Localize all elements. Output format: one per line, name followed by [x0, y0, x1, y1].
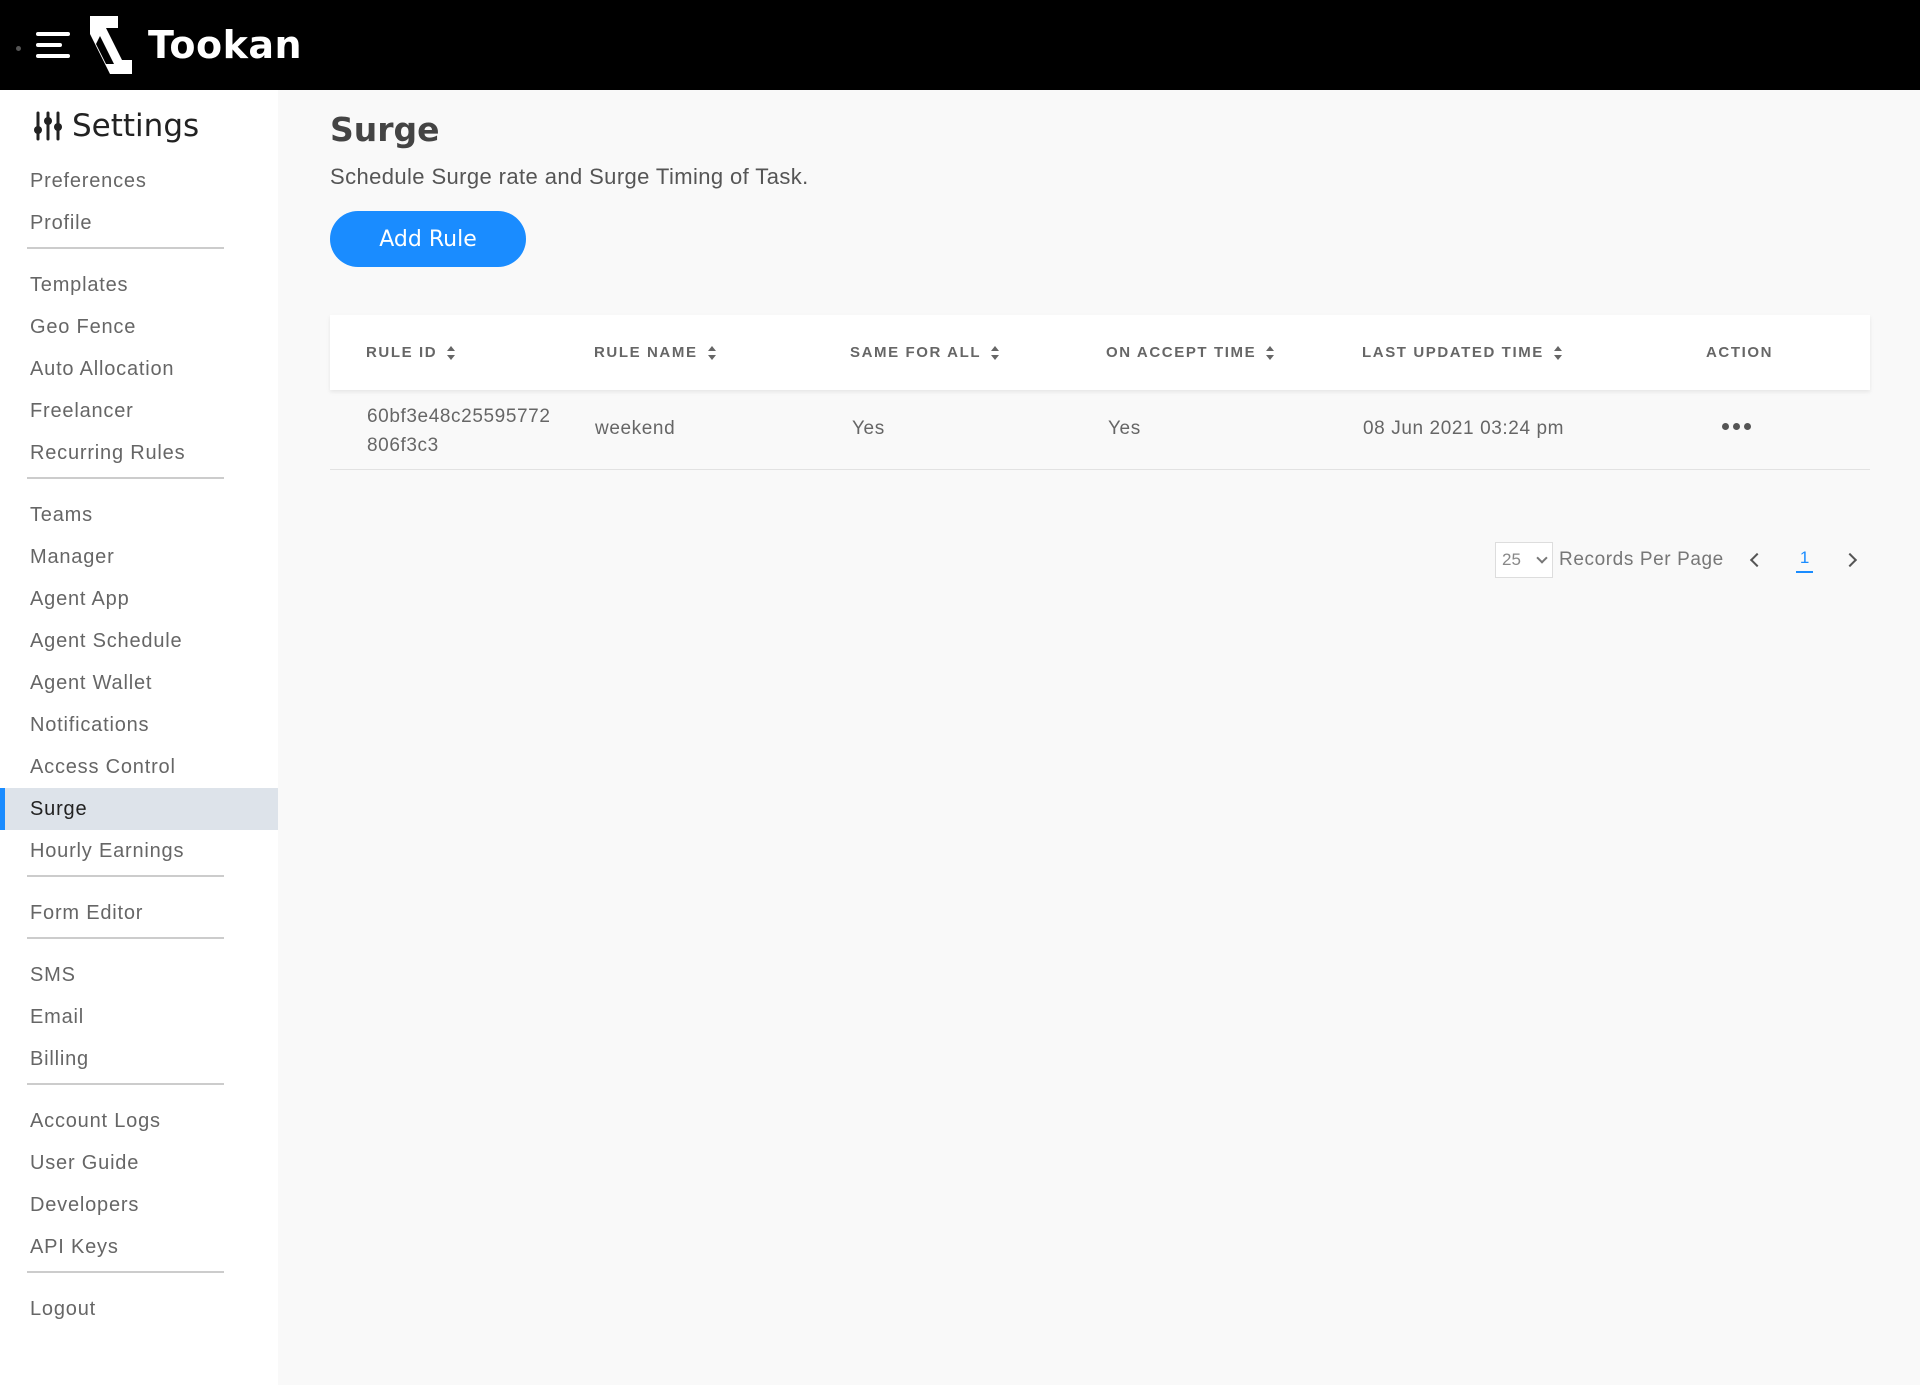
cell-rule-name: weekend: [595, 418, 676, 439]
sidebar-divider: [27, 477, 224, 479]
cell-same-for-all: Yes: [852, 418, 885, 439]
sidebar-item-profile[interactable]: Profile: [0, 202, 278, 244]
sort-icon[interactable]: [1266, 345, 1275, 360]
cell-on-accept-time: Yes: [1108, 418, 1141, 439]
column-action: ACTION: [1706, 344, 1774, 361]
brand-logo[interactable]: Tookan: [88, 14, 302, 76]
sidebar-item-billing[interactable]: Billing: [0, 1038, 278, 1080]
sidebar-divider: [27, 247, 224, 249]
page-description: Schedule Surge rate and Surge Timing of …: [330, 164, 809, 189]
records-per-page-select[interactable]: 25: [1495, 542, 1553, 578]
page-number-current[interactable]: 1: [1795, 548, 1814, 573]
column-rule-name[interactable]: RULE NAME: [594, 315, 716, 390]
sidebar-divider: [27, 1083, 224, 1085]
sidebar-item-account-logs[interactable]: Account Logs: [0, 1100, 278, 1142]
brand-name: Tookan: [148, 23, 303, 67]
sidebar-item-logout[interactable]: Logout: [0, 1288, 278, 1330]
table-header: RULE ID RULE NAME SAME FOR ALL ON ACCEPT…: [330, 315, 1870, 390]
sidebar-item-auto-allocation[interactable]: Auto Allocation: [0, 348, 278, 390]
sidebar-item-notifications[interactable]: Notifications: [0, 704, 278, 746]
sidebar-item-geo-fence[interactable]: Geo Fence: [0, 306, 278, 348]
sidebar-title: Settings: [32, 108, 199, 144]
cell-last-updated-time: 08 Jun 2021 03:24 pm: [1363, 418, 1565, 439]
sidebar-item-recurring-rules[interactable]: Recurring Rules: [0, 432, 278, 474]
sidebar-item-surge[interactable]: Surge: [0, 788, 278, 830]
settings-title: Settings: [72, 108, 200, 144]
sidebar-item-agent-schedule[interactable]: Agent Schedule: [0, 620, 278, 662]
table-row[interactable]: 60bf3e48c25595772 806f3c3 weekend Yes Yes…: [330, 390, 1870, 470]
cell-rule-id: 60bf3e48c25595772 806f3c3: [367, 406, 551, 456]
sidebar-item-form-editor[interactable]: Form Editor: [0, 892, 278, 934]
chevron-right-icon[interactable]: [1843, 552, 1858, 568]
sidebar-item-developers[interactable]: Developers: [0, 1184, 278, 1226]
sidebar-item-hourly-earnings[interactable]: Hourly Earnings: [0, 830, 278, 872]
column-rule-id[interactable]: RULE ID: [366, 315, 456, 390]
sort-icon[interactable]: [447, 345, 456, 360]
sort-icon[interactable]: [707, 345, 716, 360]
chevron-left-icon[interactable]: [1749, 552, 1764, 568]
add-rule-button[interactable]: Add Rule: [330, 211, 526, 267]
sidebar-divider: [27, 875, 224, 877]
sidebar-item-manager[interactable]: Manager: [0, 536, 278, 578]
sidebar-item-user-guide[interactable]: User Guide: [0, 1142, 278, 1184]
sort-icon[interactable]: [1553, 345, 1562, 360]
column-same-for-all[interactable]: SAME FOR ALL: [850, 315, 1000, 390]
sidebar-item-agent-wallet[interactable]: Agent Wallet: [0, 662, 278, 704]
sidebar-divider: [27, 937, 224, 939]
column-last-updated-time[interactable]: LAST UPDATED TIME: [1362, 315, 1562, 390]
dot-indicator: [16, 46, 21, 51]
pagination: 25 Records Per Page 1: [1495, 541, 1858, 579]
sidebar-divider: [27, 1271, 224, 1273]
sort-icon[interactable]: [991, 345, 1000, 360]
sidebar-item-agent-app[interactable]: Agent App: [0, 578, 278, 620]
records-per-page-label: Records Per Page: [1559, 549, 1724, 570]
hamburger-menu-icon[interactable]: [36, 32, 70, 58]
surge-rules-table: RULE ID RULE NAME SAME FOR ALL ON ACCEPT…: [330, 315, 1870, 470]
sidebar-item-freelancer[interactable]: Freelancer: [0, 390, 278, 432]
sidebar-item-email[interactable]: Email: [0, 996, 278, 1038]
top-bar: Tookan: [0, 0, 1920, 90]
sidebar-item-access-control[interactable]: Access Control: [0, 746, 278, 788]
sliders-icon: [34, 111, 62, 141]
page-title: Surge: [330, 110, 440, 149]
more-actions-icon[interactable]: [1722, 423, 1751, 430]
sidebar-item-preferences[interactable]: Preferences: [0, 160, 278, 202]
sidebar-item-teams[interactable]: Teams: [0, 494, 278, 536]
settings-sidebar: Settings Preferences Profile Templates Geo …: [0, 90, 278, 1385]
sidebar-item-api-keys[interactable]: API Keys: [0, 1226, 278, 1268]
column-on-accept-time[interactable]: ON ACCEPT TIME: [1106, 315, 1275, 390]
chevron-down-icon: [1536, 552, 1548, 564]
tookan-logo-icon: [90, 16, 132, 74]
sidebar-item-templates[interactable]: Templates: [0, 264, 278, 306]
main-content: Surge Schedule Surge rate and Surge Timi…: [278, 90, 1920, 1385]
sidebar-item-sms[interactable]: SMS: [0, 954, 278, 996]
